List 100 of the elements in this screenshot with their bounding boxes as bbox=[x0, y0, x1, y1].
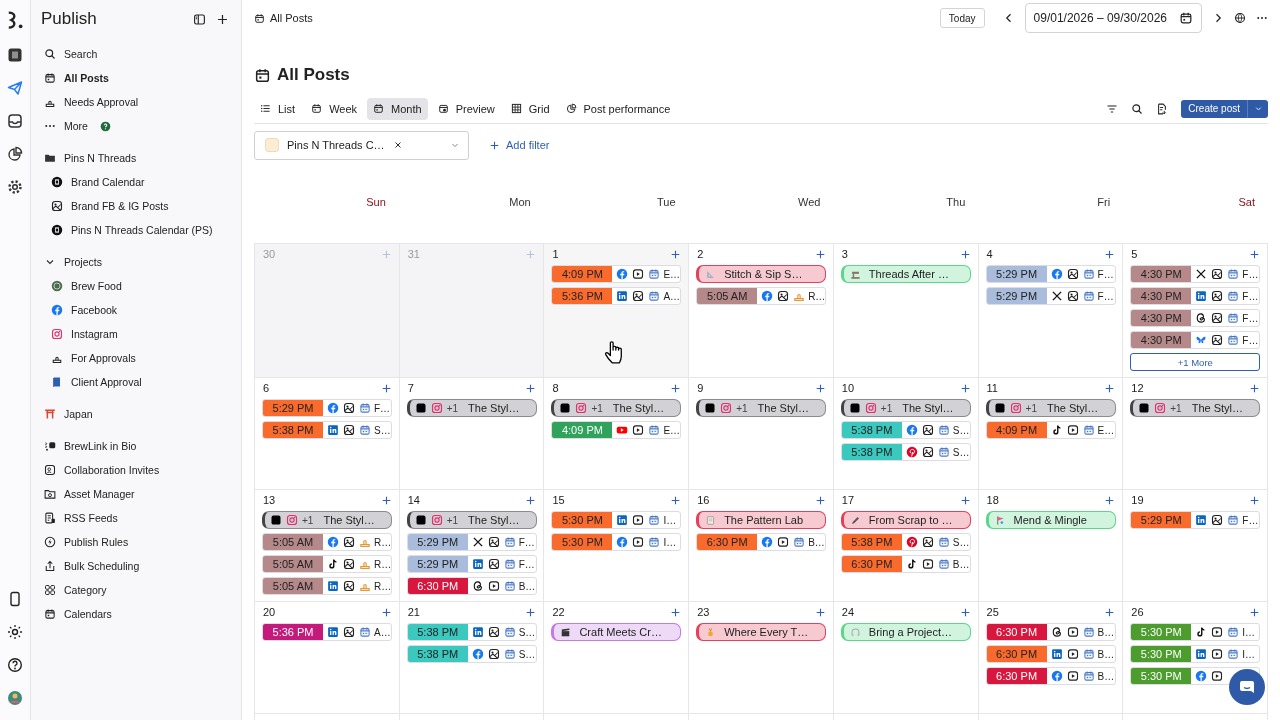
add-post-icon[interactable] bbox=[814, 248, 826, 260]
post-chip[interactable]: 5:29 PM F… bbox=[985, 287, 1116, 305]
post-chip[interactable]: 5:05 AM R… bbox=[262, 555, 392, 573]
calendar-day[interactable]: 21 5:38 PM S… 5:38 PM S… bbox=[399, 602, 545, 714]
calendar-day[interactable]: 20 5:36 PM A… bbox=[255, 602, 400, 714]
help-icon[interactable] bbox=[7, 657, 23, 673]
post-chip[interactable]: 5:38 PM S… bbox=[840, 443, 971, 461]
sidebar-item[interactable]: RSS Feeds bbox=[41, 506, 233, 530]
more-posts-button[interactable]: +1 More bbox=[1130, 353, 1261, 371]
add-post-icon[interactable] bbox=[380, 606, 392, 618]
post-chip[interactable]: 5:29 PM F… bbox=[985, 265, 1116, 283]
post-chip[interactable]: 6:30 PM B… bbox=[985, 667, 1116, 685]
post-chip[interactable]: 6:30 PM B… bbox=[696, 533, 827, 551]
add-post-icon[interactable] bbox=[380, 382, 392, 394]
view-tab[interactable]: Preview bbox=[431, 97, 501, 120]
add-post-icon[interactable] bbox=[959, 248, 971, 260]
sidebar-item[interactable]: Brand FB & IG Posts bbox=[41, 194, 233, 218]
calendar-day[interactable]: 23 Where Every T… bbox=[689, 602, 834, 714]
sidebar-item[interactable]: Instagram bbox=[41, 322, 233, 346]
event-pill[interactable]: Bring a Project… bbox=[840, 623, 971, 641]
calendar-day[interactable]: 13 +1 The Styl… 5:05 AM R… 5:05 AM R… 5:05 AM R… bbox=[255, 490, 400, 602]
event-pill[interactable]: Where Every T… bbox=[696, 623, 827, 641]
app-icon[interactable] bbox=[7, 47, 23, 63]
add-icon[interactable] bbox=[216, 12, 229, 26]
post-chip[interactable]: 5:29 PM F… bbox=[1130, 511, 1261, 529]
story-pill[interactable]: +1 The Styl… bbox=[840, 399, 971, 417]
post-chip[interactable]: 4:30 PM F… bbox=[1130, 331, 1261, 349]
sidebar-item[interactable]: All Posts bbox=[41, 66, 233, 90]
event-pill[interactable]: Craft Meets Cr… bbox=[551, 623, 682, 641]
add-post-icon[interactable] bbox=[1249, 248, 1260, 260]
post-chip[interactable]: 5:38 PM S… bbox=[406, 645, 537, 663]
sidebar-item[interactable]: BrewLink in Bio bbox=[41, 434, 233, 458]
view-tab[interactable]: List bbox=[254, 97, 302, 120]
today-button[interactable]: Today bbox=[939, 8, 985, 28]
add-post-icon[interactable] bbox=[670, 382, 682, 394]
calendar-icon[interactable] bbox=[1179, 11, 1193, 25]
sidebar-item[interactable]: Bulk Scheduling bbox=[41, 554, 233, 578]
calendar-day[interactable]: 4 5:29 PM F… 5:29 PM F… bbox=[978, 244, 1124, 378]
sidebar-item[interactable]: For Approvals bbox=[41, 346, 233, 370]
calendar-day[interactable]: 9 +1 The Styl… bbox=[689, 378, 834, 490]
sidebar-item[interactable]: Brand Calendar bbox=[41, 170, 233, 194]
post-chip[interactable]: 4:09 PM E… bbox=[985, 421, 1116, 439]
story-pill[interactable]: +1 The Styl… bbox=[551, 399, 682, 417]
search-icon[interactable] bbox=[1131, 102, 1144, 115]
add-post-icon[interactable] bbox=[814, 494, 826, 506]
post-chip[interactable]: 5:29 PM F… bbox=[262, 399, 392, 417]
add-post-icon[interactable] bbox=[525, 382, 537, 394]
post-chip[interactable]: 4:09 PM E… bbox=[551, 421, 682, 439]
calendar-day[interactable]: 2 Stitch & Sip S… 5:05 AM R… bbox=[689, 244, 834, 378]
sidebar-item[interactable]: More bbox=[41, 114, 233, 138]
post-chip[interactable]: 5:29 PM F… bbox=[406, 555, 537, 573]
view-tab[interactable]: Grid bbox=[504, 97, 556, 120]
close-icon[interactable] bbox=[392, 140, 403, 150]
sidebar-item[interactable]: Asset Manager bbox=[41, 482, 233, 506]
phone-icon[interactable] bbox=[7, 591, 23, 607]
post-chip[interactable]: 5:30 PM I… bbox=[551, 533, 682, 551]
avatar-icon[interactable] bbox=[7, 690, 23, 706]
post-chip[interactable]: 6:30 PM B… bbox=[985, 645, 1116, 663]
calendar-day[interactable]: 1 4:09 PM E… 5:36 PM A… bbox=[544, 244, 690, 378]
paper-plane-icon[interactable] bbox=[7, 80, 23, 96]
event-pill[interactable]: Stitch & Sip S… bbox=[696, 265, 827, 283]
post-chip[interactable]: 5:05 AM R… bbox=[262, 577, 392, 595]
post-chip[interactable]: 5:36 PM A… bbox=[551, 287, 682, 305]
post-chip[interactable]: 6:30 PM B… bbox=[840, 555, 971, 573]
post-chip[interactable]: 5:38 PM S… bbox=[406, 623, 537, 641]
globe-icon[interactable] bbox=[1234, 12, 1246, 24]
sidebar-item[interactable]: Pins N Threads bbox=[41, 146, 233, 170]
calendar-day[interactable]: 3 Threads After … bbox=[833, 244, 979, 378]
add-post-icon[interactable] bbox=[1249, 494, 1260, 506]
view-tab[interactable]: Week bbox=[305, 97, 364, 120]
calendar-day[interactable]: 12 +1 The Styl… bbox=[1123, 378, 1268, 490]
post-chip[interactable]: 5:05 AM R… bbox=[696, 287, 827, 305]
story-pill[interactable]: +1 The Styl… bbox=[406, 511, 537, 529]
inbox-icon[interactable] bbox=[7, 113, 23, 129]
add-post-icon[interactable] bbox=[1104, 248, 1116, 260]
export-icon[interactable] bbox=[1156, 102, 1169, 115]
sidebar-item[interactable]: Japan bbox=[41, 402, 233, 426]
post-chip[interactable]: 5:30 PM I… bbox=[551, 511, 682, 529]
add-post-icon[interactable] bbox=[959, 494, 971, 506]
post-chip[interactable]: 4:30 PM F… bbox=[1130, 309, 1261, 327]
calendar-day[interactable]: 15 5:30 PM I… 5:30 PM I… bbox=[544, 490, 690, 602]
calendar-day[interactable]: 17 From Scrap to … 5:38 PM S… 6:30 PM B… bbox=[833, 490, 979, 602]
create-post-button[interactable]: Create post bbox=[1181, 99, 1247, 118]
add-post-icon[interactable] bbox=[525, 606, 537, 618]
add-post-icon[interactable] bbox=[959, 382, 971, 394]
date-range-field[interactable]: 09/01/2026 – 09/30/2026 bbox=[1024, 3, 1202, 33]
post-chip[interactable]: 5:38 PM S… bbox=[840, 533, 971, 551]
calendar-day[interactable]: 14 +1 The Styl… 5:29 PM F… 5:29 PM F… 6:30 PM B… bbox=[399, 490, 545, 602]
calendar-day[interactable]: 5 4:30 PM F… 4:30 PM F… 4:30 PM F… 4:30 PM F… +1 More bbox=[1123, 244, 1268, 378]
story-pill[interactable]: +1 The Styl… bbox=[406, 399, 537, 417]
add-post-icon[interactable] bbox=[670, 248, 682, 260]
calendar-day[interactable]: 6 5:29 PM F… 5:38 PM S… bbox=[255, 378, 400, 490]
sidebar-item[interactable]: Pins N Threads Calendar (PS) bbox=[41, 218, 233, 242]
post-chip[interactable]: 5:30 PM I… bbox=[1130, 645, 1261, 663]
post-chip[interactable]: 6:30 PM B… bbox=[985, 623, 1116, 641]
calendar-day[interactable]: 16 The Pattern Lab 6:30 PM B… bbox=[689, 490, 834, 602]
view-tab[interactable]: Month bbox=[367, 97, 428, 120]
settings-icon[interactable] bbox=[7, 179, 23, 195]
post-chip[interactable]: 5:05 AM R… bbox=[262, 533, 392, 551]
view-tab[interactable]: Post performance bbox=[559, 97, 677, 120]
